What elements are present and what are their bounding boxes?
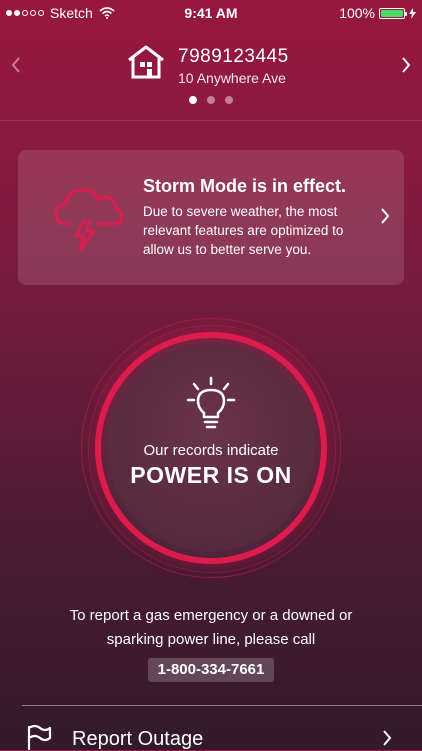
account-header: 7989123445 10 Anywhere Ave xyxy=(0,30,422,120)
power-status-indicator: Our records indicate POWER IS ON xyxy=(81,318,341,578)
chevron-right-icon xyxy=(381,208,390,224)
status-right: 100% xyxy=(339,5,416,21)
flag-icon xyxy=(27,724,52,750)
emergency-phone-link[interactable]: 1-800-334-7661 xyxy=(148,658,274,682)
storm-mode-description: Due to severe weather, the most relevant… xyxy=(143,204,344,257)
next-account-button[interactable] xyxy=(396,52,416,78)
status-bar: Sketch 9:41 AM 100% xyxy=(0,0,422,26)
report-outage-row[interactable]: Report Outage xyxy=(0,706,422,750)
gas-emergency-line-2: sparking power line, please call xyxy=(106,631,316,648)
previous-account-button[interactable] xyxy=(6,52,26,78)
chevron-right-icon xyxy=(402,57,411,73)
charging-icon xyxy=(409,7,416,19)
chevron-left-icon xyxy=(11,57,20,73)
page-dot-1[interactable] xyxy=(189,96,197,104)
account-number: 7989123445 xyxy=(178,46,289,67)
storm-mode-title: Storm Mode is in effect. xyxy=(143,176,347,196)
storm-cloud-icon xyxy=(54,188,124,252)
account-info: 7989123445 10 Anywhere Ave xyxy=(178,46,289,86)
battery-percent: 100% xyxy=(339,5,375,21)
power-status-value: POWER IS ON xyxy=(130,462,292,488)
storm-mode-card[interactable]: Storm Mode is in effect. Due to severe w… xyxy=(18,150,404,285)
header-divider xyxy=(0,120,422,121)
chevron-right-icon xyxy=(383,730,392,746)
page-dot-3[interactable] xyxy=(225,96,233,104)
page-dot-2[interactable] xyxy=(207,96,215,104)
page-indicator xyxy=(0,96,422,104)
power-status-caption: Our records indicate xyxy=(143,442,279,459)
lightbulb-icon xyxy=(186,376,236,429)
account-address: 10 Anywhere Ave xyxy=(178,70,286,86)
report-outage-label: Report Outage xyxy=(72,728,204,750)
house-icon xyxy=(128,45,164,79)
gas-emergency-text: To report a gas emergency or a downed or… xyxy=(0,604,422,652)
battery-icon xyxy=(379,7,407,19)
gas-emergency-line-1: To report a gas emergency or a downed or xyxy=(69,607,353,624)
